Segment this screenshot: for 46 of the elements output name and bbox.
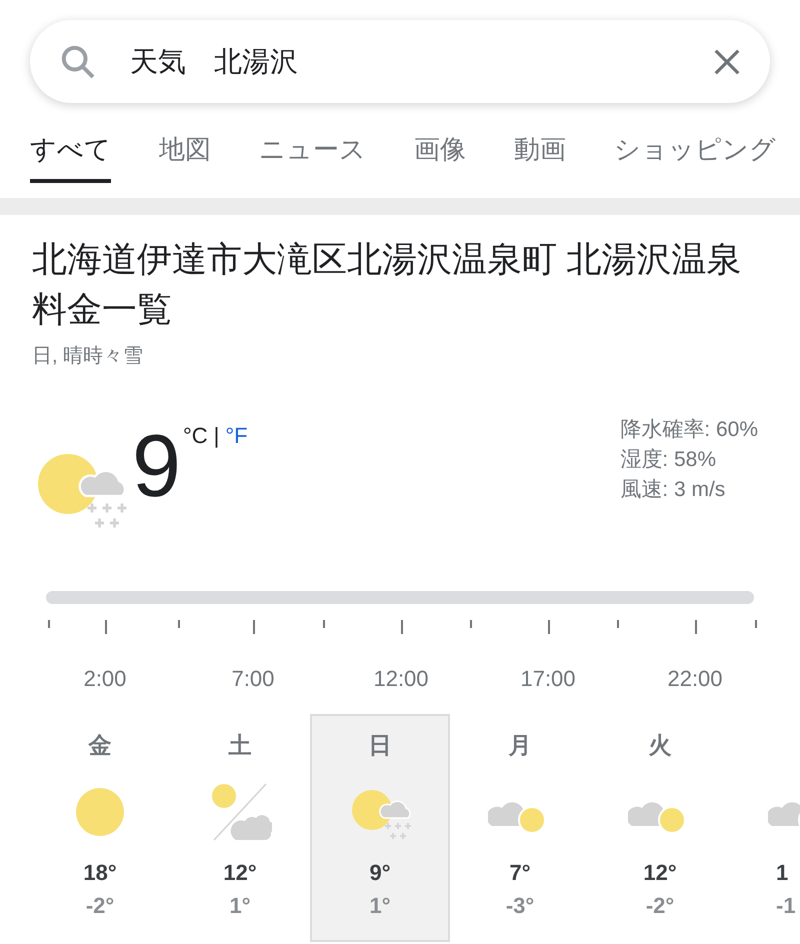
time-label: 12:00 <box>372 665 430 693</box>
high-temperature: 1 <box>776 859 790 887</box>
day-forecast[interactable]: 金 18° -2° <box>30 714 170 942</box>
unit-separator: | <box>214 422 220 450</box>
high-temperature: 12° <box>223 859 257 887</box>
location-title: 北海道伊達市大滝区北湯沢温泉町 北湯沢温泉料金一覧 <box>32 239 743 331</box>
tab[interactable]: ショッピング <box>614 130 776 183</box>
day-forecast[interactable]: 土 12° 1° <box>170 714 310 942</box>
time-label: 2:00 <box>82 665 128 693</box>
day-label: 火 <box>648 732 672 758</box>
day-forecast[interactable]: 1 -1 <box>730 714 800 942</box>
weather-detail: 湿度: 58% <box>620 447 717 473</box>
high-temperature: 9° <box>369 859 391 887</box>
search-query: 天気 北湯沢 <box>130 44 299 78</box>
day-forecast[interactable]: 日 9° 1° <box>310 714 450 942</box>
high-temperature: 7° <box>509 859 531 887</box>
day-label: 土 <box>228 732 252 758</box>
low-temperature: -3° <box>506 892 534 920</box>
time-label: 7:00 <box>230 665 276 693</box>
tab[interactable]: すべて <box>30 130 111 183</box>
time-label: 22:00 <box>666 665 724 693</box>
low-temperature: -1 <box>776 892 796 920</box>
tab[interactable]: ニュース <box>259 130 366 183</box>
close-icon[interactable] <box>712 46 742 76</box>
low-temperature: -2° <box>646 892 674 920</box>
low-temperature: -2° <box>86 892 114 920</box>
high-temperature: 12° <box>643 859 677 887</box>
low-temperature: 1° <box>229 892 251 920</box>
temperature: 9 <box>132 421 181 511</box>
search-field[interactable]: 天気 北湯沢 <box>30 20 770 103</box>
day-forecast[interactable]: 月 7° -3° <box>450 714 590 942</box>
time-label: 17:00 <box>519 665 577 693</box>
tab[interactable]: 画像 <box>414 130 466 183</box>
high-temperature: 18° <box>83 859 117 887</box>
day-label: 金 <box>88 732 112 758</box>
day-label: 日 <box>368 732 392 758</box>
condition-text: 日, 晴時々雪 <box>32 344 144 369</box>
day-label: 月 <box>508 732 532 758</box>
fahrenheit-unit[interactable]: °F <box>225 419 248 452</box>
tab[interactable]: 地図 <box>159 130 211 183</box>
tab[interactable]: 動画 <box>514 130 566 183</box>
day-forecast[interactable]: 火 12° -2° <box>590 714 730 942</box>
weather-detail: 降水確率: 60% <box>620 417 758 443</box>
low-temperature: 1° <box>369 892 391 920</box>
weather-detail: 風速: 3 m/s <box>620 477 726 503</box>
celsius-unit[interactable]: °C <box>182 419 208 452</box>
